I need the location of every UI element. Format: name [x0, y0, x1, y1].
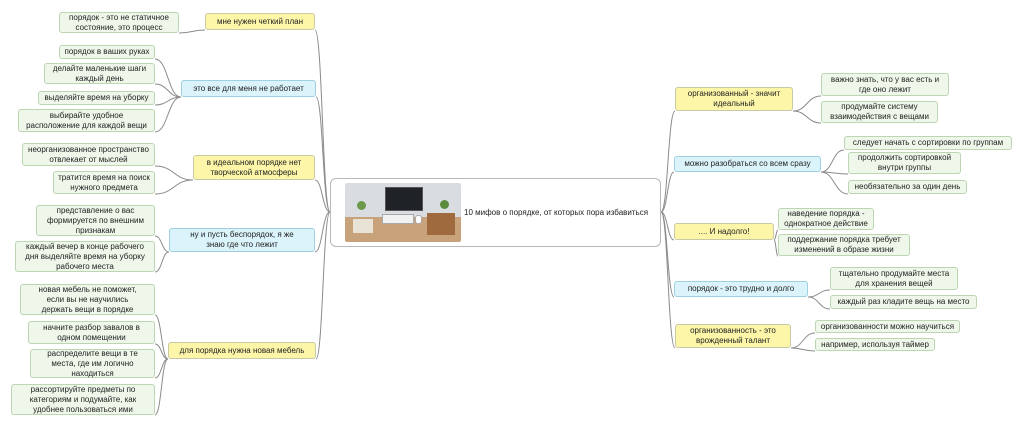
right-branch-1-item-1[interactable]: важно знать, что у вас есть и где оно ле… [821, 73, 949, 96]
left-branch-3-item-1[interactable]: неорганизованное пространство отвлекает … [22, 143, 155, 166]
left-branch-4-item-1-link [154, 235, 170, 253]
left-branch-4-item-2[interactable]: каждый вечер в конце рабочего дня выделя… [15, 241, 155, 272]
left-branch-2-item-4[interactable]: выбирайте удобное расположение для каждо… [18, 109, 155, 132]
left-branch-5-link [315, 211, 331, 360]
right-branch-2[interactable]: можно разобраться со всем сразу [674, 156, 821, 172]
left-branch-4-item-1[interactable]: представление о вас формируется по внешн… [36, 205, 155, 236]
right-branch-4-item-1[interactable]: тщательно продумайте места для хранения … [830, 267, 958, 290]
right-branch-4-item-2-link [807, 296, 831, 310]
right-branch-2-item-1-link [820, 149, 845, 173]
right-branch-1[interactable]: организованный - значит идеальный [675, 87, 793, 111]
right-branch-2-link [660, 171, 675, 213]
right-branch-5-item-1[interactable]: организованности можно научиться [815, 320, 960, 333]
right-branch-1-item-2[interactable]: продумайте систему взаимодействия с веща… [821, 101, 938, 123]
desk-photo-image [345, 183, 461, 242]
left-branch-3-item-2[interactable]: тратится время на поиск нужного предмета [53, 171, 155, 194]
left-branch-1-item-1[interactable]: порядок - это не статичное состояние, эт… [59, 12, 179, 33]
right-branch-5-item-2[interactable]: например, используя таймер [815, 338, 935, 351]
left-branch-2-link [315, 96, 331, 213]
left-branch-4[interactable]: ну и пусть беспорядок, я же знаю где что… [169, 228, 315, 252]
right-branch-3-item-2[interactable]: поддержание порядка требует изменений в … [778, 234, 910, 256]
left-branch-2-item-1[interactable]: порядок в ваших руках [59, 45, 155, 59]
right-branch-2-item-2[interactable]: продолжить сортировкой внутри группы [848, 152, 961, 174]
left-branch-2-item-2[interactable]: делайте маленькие шаги каждый день [44, 63, 155, 84]
left-branch-1-link [314, 29, 331, 213]
right-branch-5-item-1-link [790, 332, 816, 349]
left-branch-3[interactable]: в идеальном порядке нет творческой атмос… [193, 155, 315, 180]
right-branch-2-item-3-link [820, 171, 849, 195]
left-branch-5[interactable]: для порядка нужна новая мебель [168, 342, 316, 359]
right-branch-4[interactable]: порядок - это трудно и долго [674, 281, 808, 297]
right-branch-5-link [660, 211, 676, 349]
left-branch-2-item-1-link [154, 58, 182, 98]
left-branch-5-item-4[interactable]: рассортируйте предметы по категориям и п… [11, 384, 155, 415]
left-branch-2[interactable]: это все для меня не работает [181, 80, 316, 97]
right-branch-1-item-2-link [792, 110, 822, 124]
right-branch-2-item-3[interactable]: необязательно за один день [848, 180, 967, 194]
right-branch-5-item-2-link [790, 347, 816, 352]
left-branch-2-item-4-link [154, 96, 182, 133]
left-branch-3-item-2-link [154, 179, 194, 195]
central-topic-title: 10 мифов о порядке, от которых пора изба… [464, 207, 649, 217]
right-branch-1-item-1-link [792, 95, 822, 112]
right-branch-3[interactable]: .... И надолго! [674, 223, 774, 240]
left-branch-5-item-3[interactable]: распределите вещи в те места, где им лог… [30, 349, 155, 378]
left-branch-5-item-2[interactable]: начните разбор завалов в одном помещении [28, 321, 155, 344]
left-branch-1[interactable]: мне нужен четкий план [205, 13, 315, 30]
left-branch-4-item-2-link [154, 251, 170, 273]
right-branch-2-item-1[interactable]: следует начать с сортировки по группам [844, 136, 1012, 150]
left-branch-3-item-1-link [154, 165, 194, 181]
right-branch-3-item-1[interactable]: наведение порядка - однократное действие [778, 208, 874, 230]
right-branch-1-link [660, 110, 676, 213]
right-branch-4-item-1-link [807, 289, 831, 298]
left-branch-2-item-3[interactable]: выделяйте время на уборку [38, 91, 155, 105]
left-branch-1-item-1-link [178, 29, 206, 34]
right-branch-5[interactable]: организованность - это врожденный талант [675, 324, 791, 348]
right-branch-4-item-2[interactable]: каждый раз кладите вещь на место [830, 295, 977, 309]
left-branch-5-item-1[interactable]: новая мебель не поможет, если вы не науч… [20, 284, 155, 315]
